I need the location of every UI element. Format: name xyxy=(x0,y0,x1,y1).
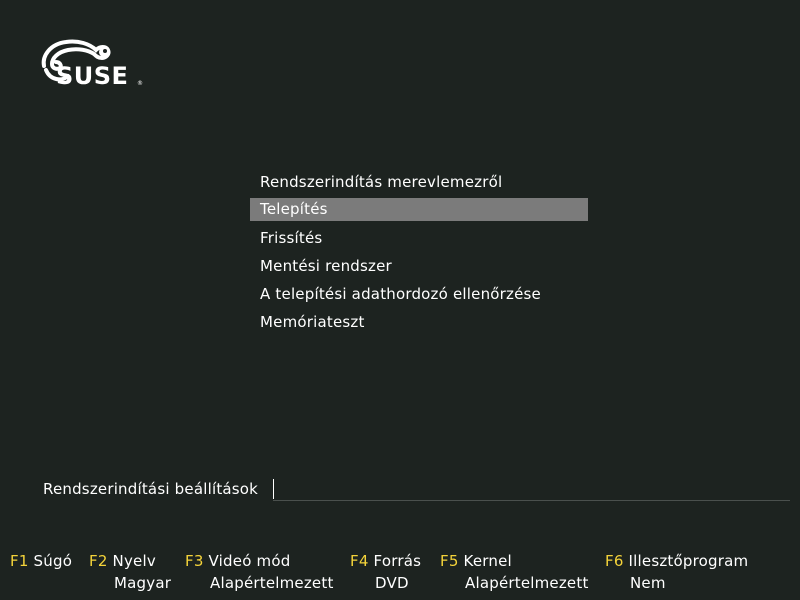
fkey-f1-label: Súgó xyxy=(33,552,73,570)
fkey-f1-key: F1 xyxy=(10,552,29,570)
fkey-f5-label: Kernel xyxy=(463,552,512,570)
fkey-kernel[interactable]: F5 Kernel Alapértelmezett xyxy=(440,552,588,592)
menu-item-check-installation-media[interactable]: A telepítési adathordozó ellenőrzése xyxy=(250,280,588,308)
fkey-f6-label: Illesztőprogram xyxy=(628,552,749,570)
function-key-bar: F1 Súgó F2 Nyelv Magyar F3 Videó mód Ala… xyxy=(0,552,800,596)
boot-options-input[interactable] xyxy=(273,478,790,501)
boot-options-label: Rendszerindítási beállítások xyxy=(43,480,259,498)
fkey-video-mode[interactable]: F3 Videó mód Alapértelmezett xyxy=(185,552,333,592)
fkey-f3-key: F3 xyxy=(185,552,204,570)
fkey-f2-label: Nyelv xyxy=(112,552,156,570)
text-cursor xyxy=(273,479,274,499)
fkey-f4-key: F4 xyxy=(350,552,369,570)
boot-options-row: Rendszerindítási beállítások xyxy=(43,478,790,501)
fkey-f5-value: Alapértelmezett xyxy=(465,574,589,592)
menu-item-upgrade[interactable]: Frissítés xyxy=(250,224,588,252)
fkey-f4-label: Forrás xyxy=(373,552,422,570)
fkey-f2-value: Magyar xyxy=(114,574,172,592)
fkey-f2-key: F2 xyxy=(89,552,108,570)
fkey-f3-value: Alapértelmezett xyxy=(210,574,334,592)
menu-item-installation[interactable]: Telepítés xyxy=(250,198,588,221)
registered-mark: ® xyxy=(137,80,144,87)
menu-item-memory-test[interactable]: Memóriateszt xyxy=(250,308,588,336)
fkey-f4-value: DVD xyxy=(375,574,409,592)
suse-logo-text: SUSE xyxy=(56,62,129,90)
boot-menu: Rendszerindítás merevlemezről Telepítés … xyxy=(250,168,588,336)
menu-item-rescue-system[interactable]: Mentési rendszer xyxy=(250,252,588,280)
fkey-f6-key: F6 xyxy=(605,552,624,570)
fkey-f3-label: Videó mód xyxy=(208,552,291,570)
fkey-source[interactable]: F4 Forrás DVD xyxy=(350,552,422,592)
menu-item-boot-from-hard-disk[interactable]: Rendszerindítás merevlemezről xyxy=(250,168,588,196)
fkey-f6-value: Nem xyxy=(630,574,666,592)
fkey-language[interactable]: F2 Nyelv Magyar xyxy=(89,552,171,592)
fkey-f5-key: F5 xyxy=(440,552,459,570)
fkey-help[interactable]: F1 Súgó xyxy=(10,552,72,570)
fkey-driver[interactable]: F6 Illesztőprogram Nem xyxy=(605,552,749,592)
